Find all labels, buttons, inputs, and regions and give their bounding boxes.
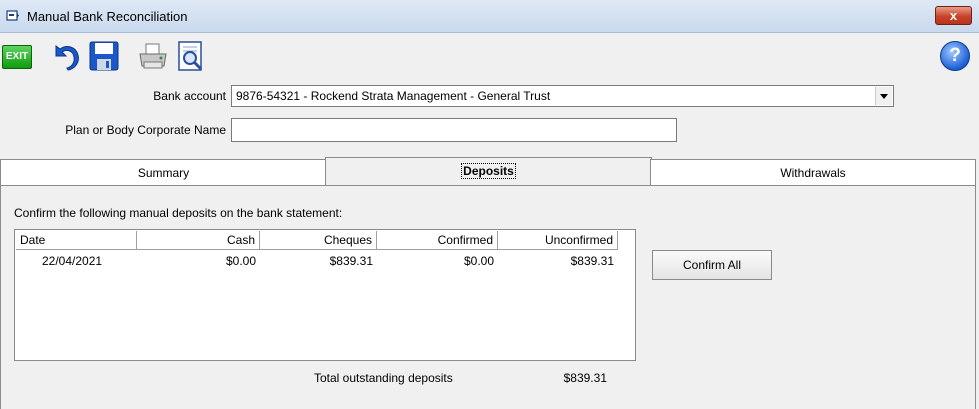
toolbar: EXIT xyxy=(0,33,979,81)
table-header: Date Cash Cheques Confirmed Unconfirmed xyxy=(16,231,636,250)
total-outstanding-value: $839.31 xyxy=(563,371,607,385)
title-bar: Manual Bank Reconciliation x xyxy=(0,0,979,33)
bank-account-select[interactable]: 9876-54321 - Rockend Strata Management -… xyxy=(231,85,894,107)
column-header-date[interactable]: Date xyxy=(16,231,137,250)
help-button[interactable]: ? xyxy=(940,41,970,71)
tab-withdrawals-label: Withdrawals xyxy=(780,166,846,180)
app-icon xyxy=(6,10,19,21)
bank-account-value: 9876-54321 - Rockend Strata Management -… xyxy=(236,89,551,103)
deposits-instruction: Confirm the following manual deposits on… xyxy=(14,206,343,220)
cell-cash: $0.00 xyxy=(225,254,256,268)
column-header-cheques[interactable]: Cheques xyxy=(260,231,377,250)
column-header-unconfirmed[interactable]: Unconfirmed xyxy=(498,231,618,250)
tab-deposits-label: Deposits xyxy=(461,163,516,179)
print-preview-icon[interactable] xyxy=(175,40,207,72)
undo-icon[interactable] xyxy=(50,40,82,72)
window-title: Manual Bank Reconciliation xyxy=(27,9,188,24)
bank-account-label: Bank account xyxy=(153,89,226,103)
cell-cheques: $839.31 xyxy=(329,254,373,268)
print-icon[interactable] xyxy=(137,40,169,72)
confirm-all-button[interactable]: Confirm All xyxy=(652,250,772,280)
tab-summary-label: Summary xyxy=(137,166,190,180)
plan-name-label: Plan or Body Corporate Name xyxy=(65,123,226,137)
close-button[interactable]: x xyxy=(935,6,972,25)
chevron-down-icon[interactable] xyxy=(875,87,892,105)
tab-strip: Summary Deposits Withdrawals xyxy=(0,157,979,187)
exit-button[interactable]: EXIT xyxy=(2,45,32,69)
table-row[interactable]: 22/04/2021 $0.00 $839.31 $0.00 $839.31 xyxy=(16,253,636,270)
total-outstanding-label: Total outstanding deposits xyxy=(314,371,453,385)
cell-date: 22/04/2021 xyxy=(42,254,103,268)
plan-name-input[interactable] xyxy=(231,118,677,142)
tab-withdrawals[interactable]: Withdrawals xyxy=(650,159,976,185)
deposits-table[interactable]: Date Cash Cheques Confirmed Unconfirmed … xyxy=(14,229,636,361)
tab-summary[interactable]: Summary xyxy=(0,159,327,185)
column-header-cash[interactable]: Cash xyxy=(137,231,260,250)
cell-unconfirmed: $839.31 xyxy=(570,254,614,268)
tab-deposits[interactable]: Deposits xyxy=(325,157,652,187)
column-header-confirmed[interactable]: Confirmed xyxy=(377,231,498,250)
cell-confirmed: $0.00 xyxy=(463,254,494,268)
save-icon[interactable] xyxy=(88,40,120,72)
